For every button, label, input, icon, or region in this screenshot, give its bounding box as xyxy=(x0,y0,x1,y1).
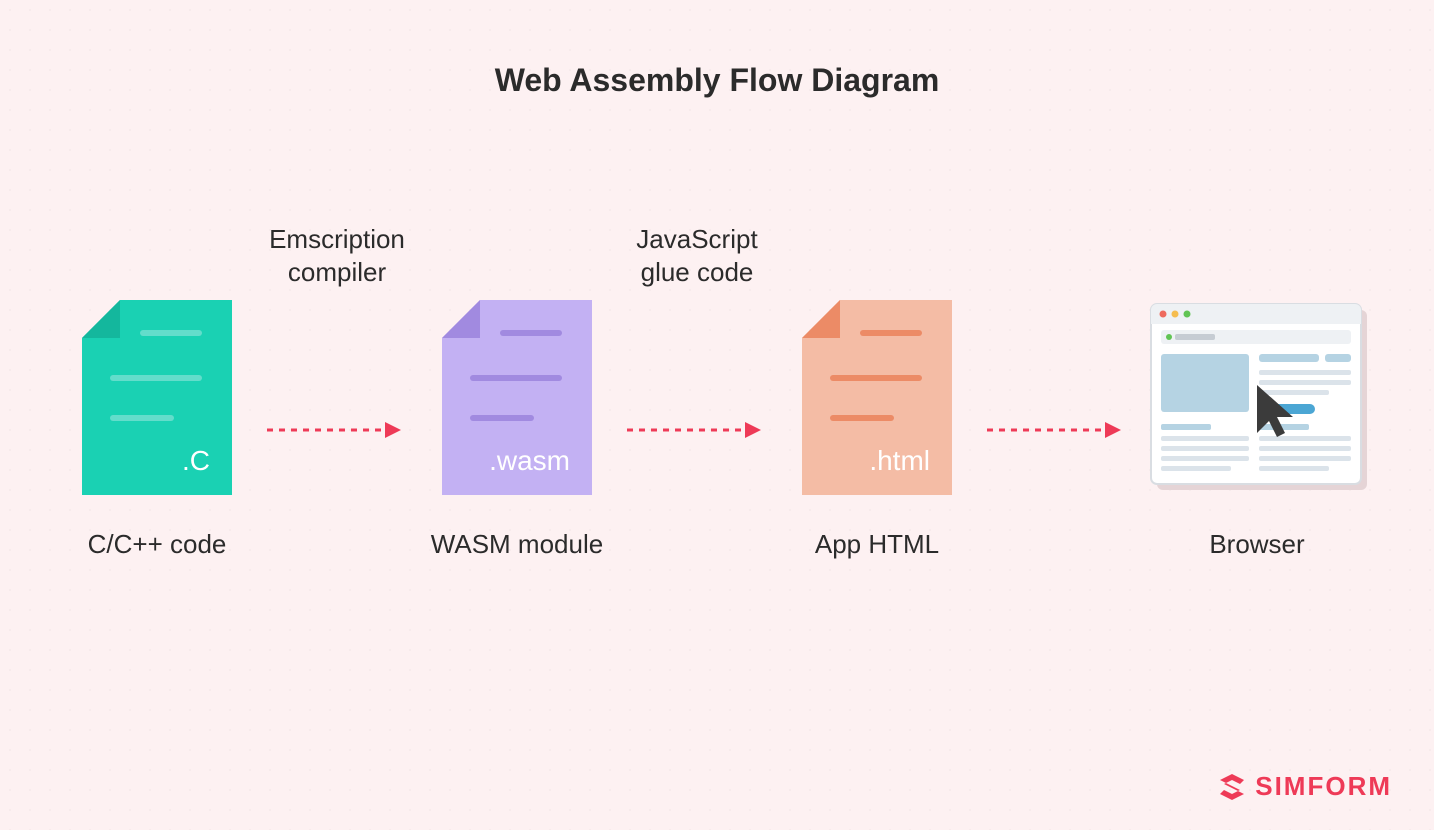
diagram-title: Web Assembly Flow Diagram xyxy=(0,0,1434,99)
node-label: WASM module xyxy=(431,529,603,560)
node-c-code: .C C/C++ code xyxy=(37,300,277,560)
arrow-label: JavaScriptglue code xyxy=(567,223,827,291)
node-html: .html App HTML xyxy=(757,300,997,560)
node-label: App HTML xyxy=(815,529,939,560)
file-c-icon: .C xyxy=(82,300,232,495)
brand-logo: SIMFORM xyxy=(1217,771,1392,802)
file-html-icon: .html xyxy=(802,300,952,495)
arrow-label: Emscriptioncompiler xyxy=(207,223,467,291)
file-extension: .wasm xyxy=(489,445,570,477)
arrow-to-browser xyxy=(997,333,1117,528)
node-browser: Browser xyxy=(1117,300,1397,560)
logo-text: SIMFORM xyxy=(1255,771,1392,802)
node-label: C/C++ code xyxy=(88,529,227,560)
file-wasm-icon: .wasm xyxy=(442,300,592,495)
browser-icon xyxy=(1147,300,1367,495)
file-extension: .html xyxy=(869,445,930,477)
file-extension: .C xyxy=(182,445,210,477)
node-label: Browser xyxy=(1209,529,1304,560)
flow-row: .C C/C++ code Emscriptioncompiler .wasm … xyxy=(0,300,1434,560)
logo-icon xyxy=(1217,772,1247,802)
node-wasm: .wasm WASM module xyxy=(397,300,637,560)
arrow-glue: JavaScriptglue code xyxy=(637,333,757,528)
arrow-compiler: Emscriptioncompiler xyxy=(277,333,397,528)
